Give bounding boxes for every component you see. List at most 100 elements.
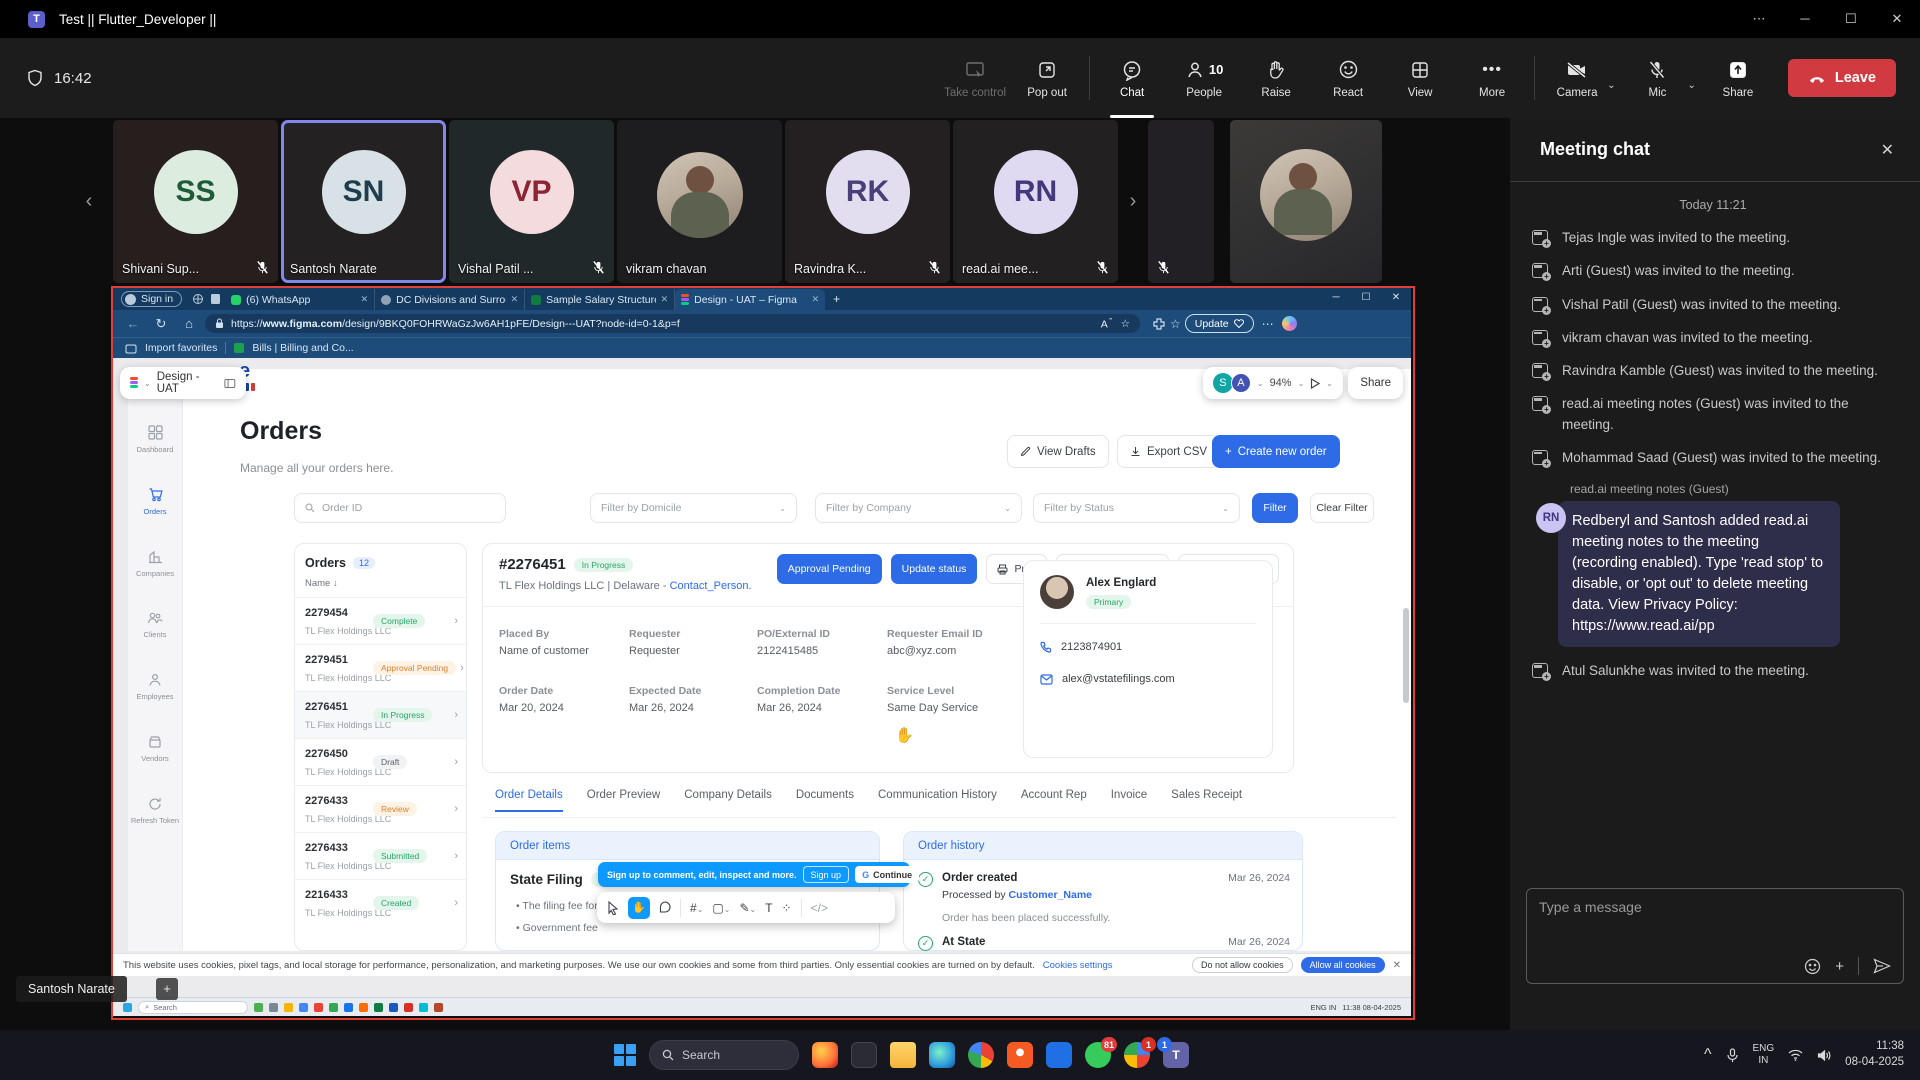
tab-communication-history[interactable]: Communication History [878,789,997,812]
mini-clock[interactable]: 11:38 08-04-2025 [1342,1003,1401,1012]
order-id-search-input[interactable]: Order ID [294,493,506,523]
attach-plus-icon[interactable]: + [1835,958,1844,975]
language-indicator[interactable]: ENGIN [1753,1043,1775,1067]
sidebar-item-companies[interactable]: Companies [128,549,182,611]
avatars-chevron-icon[interactable]: ⌄ [1257,379,1264,388]
app-icon[interactable] [314,1003,323,1012]
teams-icon[interactable]: T1 [1163,1042,1189,1068]
figma-menu-chevron-icon[interactable]: ⌄ [144,379,151,388]
contact-person-link[interactable]: Contact_Person. [670,580,752,592]
video-tile-partial[interactable] [1148,120,1214,283]
order-list-item[interactable]: 2216433TL Flex Holdings LLCCreated› [295,879,466,926]
sidebar-item-clients[interactable]: Clients [128,611,182,673]
app-icon[interactable] [329,1003,338,1012]
app-icon[interactable] [269,1003,278,1012]
export-csv-button[interactable]: Export CSV [1117,435,1220,468]
create-new-order-button[interactable]: + Create new order [1212,435,1340,468]
tab-order-preview[interactable]: Order Preview [587,789,661,812]
tab-documents[interactable]: Documents [796,789,854,812]
text-tool-icon[interactable]: T [765,901,772,915]
order-list-item-selected[interactable]: 2276451TL Flex Holdings LLCIn Progress› [295,691,466,738]
video-tile[interactable]: VP Vishal Patil ... [449,120,614,283]
filter-status-select[interactable]: Filter by Status⌄ [1033,493,1240,523]
browser-menu-icon[interactable]: ⋯ [1262,317,1274,331]
video-tile[interactable]: SS Shivani Sup... [113,120,278,283]
chat-message-list[interactable]: Today 11:21 Tejas Ingle was invited to t… [1510,182,1920,876]
shape-tool-icon[interactable]: ▢⌄ [712,901,730,915]
chrome-icon[interactable] [968,1042,994,1068]
sidebar-item-employees[interactable]: Employees [128,673,182,735]
view-button[interactable]: View [1384,38,1456,118]
window-maximize-button[interactable]: ☐ [1828,0,1874,38]
pen-tool-icon[interactable]: ✎⌄ [739,901,756,915]
mini-search[interactable]: ⌕ Search [138,1001,248,1014]
refresh-icon[interactable]: ↻ [149,316,173,332]
tray-chevron-icon[interactable]: ^ [1704,1046,1712,1064]
bookmark-import[interactable]: Import favorites [145,342,217,354]
camera-button[interactable]: Camera [1541,58,1613,99]
customer-name-link[interactable]: Customer_Name [1009,889,1092,901]
update-status-button[interactable]: Update status [891,554,978,584]
sidebar-item-vendors[interactable]: Vendors [128,735,182,797]
tab-invoice[interactable]: Invoice [1111,789,1147,812]
brave-icon[interactable] [1007,1042,1033,1068]
chat-input[interactable] [1539,899,1891,915]
approval-pending-button[interactable]: Approval Pending [777,554,882,584]
mini-language[interactable]: ENG IN [1310,1003,1336,1012]
chat-button[interactable]: Chat [1096,38,1168,118]
google-continue-button[interactable]: GContinue [855,866,919,883]
allow-cookies-button[interactable]: Allow all cookies [1301,957,1385,973]
browser-tab[interactable]: (6) WhatsApp✕ [225,289,375,310]
firefox-icon[interactable] [812,1042,838,1068]
file-explorer-icon[interactable] [890,1042,916,1068]
collaborator-avatar[interactable]: A [1231,373,1251,393]
favorites-list-icon[interactable]: ☆ [1170,317,1181,331]
sidebar-item-refresh-token[interactable]: Refresh Token [128,797,182,859]
app-icon[interactable] [851,1042,877,1068]
bookmark-bills[interactable]: Bills | Billing and Co... [252,342,353,354]
people-button[interactable]: 10 People [1168,38,1240,118]
chrome-profile-icon[interactable]: 1 [1124,1042,1150,1068]
app-icon[interactable] [359,1003,368,1012]
filter-domicile-select[interactable]: Filter by Domicile⌄ [590,493,797,523]
view-drafts-button[interactable]: View Drafts [1007,435,1109,468]
whatsapp-icon[interactable]: 81 [1085,1042,1111,1068]
app-icon[interactable] [419,1003,428,1012]
sort-by-name[interactable]: Name ↓ [295,578,466,597]
dev-mode-icon[interactable]: </> [811,901,828,915]
browser-maximize-button[interactable]: ☐ [1351,288,1381,308]
copilot-icon[interactable] [1282,316,1297,331]
contact-email[interactable]: alex@vstatefilings.com [1062,673,1175,685]
tab-close-icon[interactable]: ✕ [361,294,369,305]
share-expand-button[interactable]: + [156,978,178,1000]
chat-input-box[interactable]: + [1526,888,1904,984]
app-icon[interactable] [404,1003,413,1012]
new-tab-button[interactable]: + [833,292,840,306]
favorite-star-icon[interactable]: ☆ [1121,318,1130,330]
app-icon[interactable] [434,1003,443,1012]
start-button[interactable] [614,1044,636,1066]
frame-tool-icon[interactable]: #⌄ [690,901,703,915]
share-button[interactable]: Share [1702,38,1774,118]
filter-clear-button[interactable]: Clear Filter [1310,493,1374,523]
raise-hand-button[interactable]: Raise [1240,38,1312,118]
back-icon[interactable]: ← [121,316,145,331]
app-icon[interactable] [284,1003,293,1012]
sidebar-item-orders[interactable]: Orders [128,487,182,549]
video-tile[interactable]: vikram chavan [617,120,782,283]
filter-apply-button[interactable]: Filter [1252,493,1298,523]
window-more-icon[interactable]: ⋯ [1736,0,1782,38]
tab-sales-receipt[interactable]: Sales Receipt [1171,789,1242,812]
browser-tab-active[interactable]: Design - UAT – Figma✕ [675,289,825,310]
app-icon[interactable] [299,1003,308,1012]
window-minimize-button[interactable]: ─ [1782,0,1828,38]
start-icon[interactable] [123,1003,132,1012]
sign-up-button[interactable]: Sign up [803,866,850,883]
order-list-item[interactable]: 2279454TL Flex Holdings LLCComplete› [295,597,466,644]
order-list-item[interactable]: 2276433TL Flex Holdings LLCSubmitted› [295,832,466,879]
app-icon[interactable] [344,1003,353,1012]
contact-phone[interactable]: 2123874901 [1061,641,1122,653]
figma-share-button[interactable]: Share [1348,367,1403,399]
tab-close-icon[interactable]: ✕ [812,294,820,305]
sidebar-item-dashboard[interactable]: Dashboard [128,425,182,487]
